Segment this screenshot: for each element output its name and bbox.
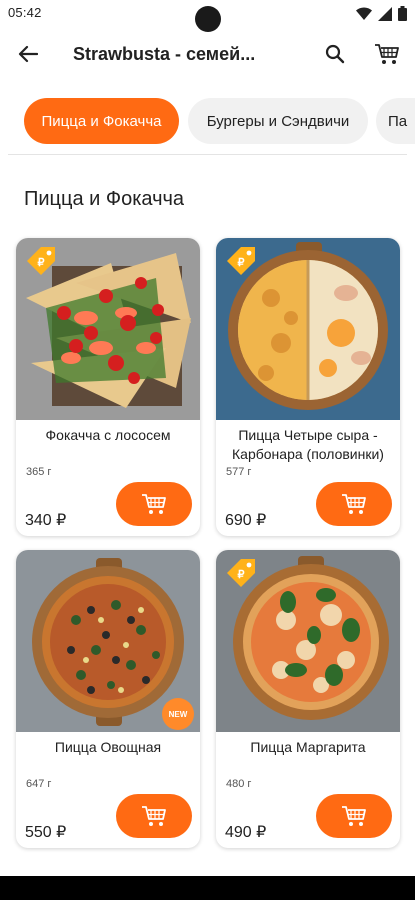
system-navigation-bar (0, 876, 415, 900)
product-name: Фокачча с лососем (45, 427, 171, 443)
tab-next-category[interactable]: Па (376, 98, 415, 144)
back-button[interactable] (12, 40, 44, 68)
cart-icon (375, 44, 399, 64)
product-card[interactable]: ₽ Пицца Четыре сыра - Карбонара (половин… (216, 238, 400, 536)
cart-icon (342, 806, 366, 826)
gesture-handle[interactable] (0, 876, 415, 900)
price-tag-icon: ₽ (227, 247, 255, 275)
tab-burgers-sandwiches[interactable]: Бургеры и Сэндвичи (188, 98, 368, 144)
product-price: 550 ₽ (25, 824, 67, 841)
product-weight: 577 г (226, 466, 252, 478)
svg-text:₽: ₽ (238, 257, 245, 269)
search-icon (325, 44, 345, 64)
product-weight: 365 г (26, 466, 52, 478)
product-card[interactable]: NEW Пицца Овощная 647 г 550 ₽ (16, 550, 200, 848)
tab-pizza-focaccia[interactable]: Пицца и Фокачча (24, 98, 179, 144)
product-name: Пицца Четыре сыра - Карбонара (половинки… (232, 427, 384, 462)
cart-icon (142, 494, 166, 514)
cart-icon (342, 494, 366, 514)
page-title: Strawbusta - семей... (73, 44, 256, 64)
status-bar: 05:42 (0, 0, 415, 32)
app-bar: Strawbusta - семей... (0, 28, 415, 80)
search-button[interactable] (319, 38, 351, 70)
arrow-back-icon (18, 45, 38, 63)
cart-icon (142, 806, 166, 826)
add-to-cart-button[interactable] (316, 482, 392, 526)
product-price: 690 ₽ (225, 512, 267, 529)
product-price: 490 ₽ (225, 824, 267, 841)
section-title: Пицца и Фокачча (24, 188, 185, 210)
svg-text:₽: ₽ (238, 569, 245, 581)
divider (8, 154, 407, 155)
new-badge: NEW (162, 698, 194, 730)
signal-icon (378, 6, 392, 21)
product-weight: 480 г (226, 778, 252, 790)
price-tag-icon: ₽ (227, 559, 255, 587)
product-weight: 647 г (26, 778, 52, 790)
product-name: Пицца Овощная (54, 739, 162, 755)
product-name: Пицца Маргарита (250, 739, 366, 755)
add-to-cart-button[interactable] (116, 482, 192, 526)
cart-button[interactable] (370, 38, 404, 70)
svg-text:₽: ₽ (38, 257, 45, 269)
product-price: 340 ₽ (25, 512, 67, 529)
product-card[interactable]: ₽ Фокачча с лососем 365 г 340 ₽ (16, 238, 200, 536)
wifi-icon (356, 6, 372, 20)
category-tabs: Пицца и Фокачча Бургеры и Сэндвичи Па (0, 98, 415, 144)
status-icons (356, 6, 407, 21)
product-card[interactable]: ₽ Пицца Маргарита 480 г 490 ₽ (216, 550, 400, 848)
add-to-cart-button[interactable] (116, 794, 192, 838)
price-tag-icon: ₽ (27, 247, 55, 275)
battery-icon (398, 6, 407, 21)
status-time: 05:42 (8, 5, 42, 20)
add-to-cart-button[interactable] (316, 794, 392, 838)
